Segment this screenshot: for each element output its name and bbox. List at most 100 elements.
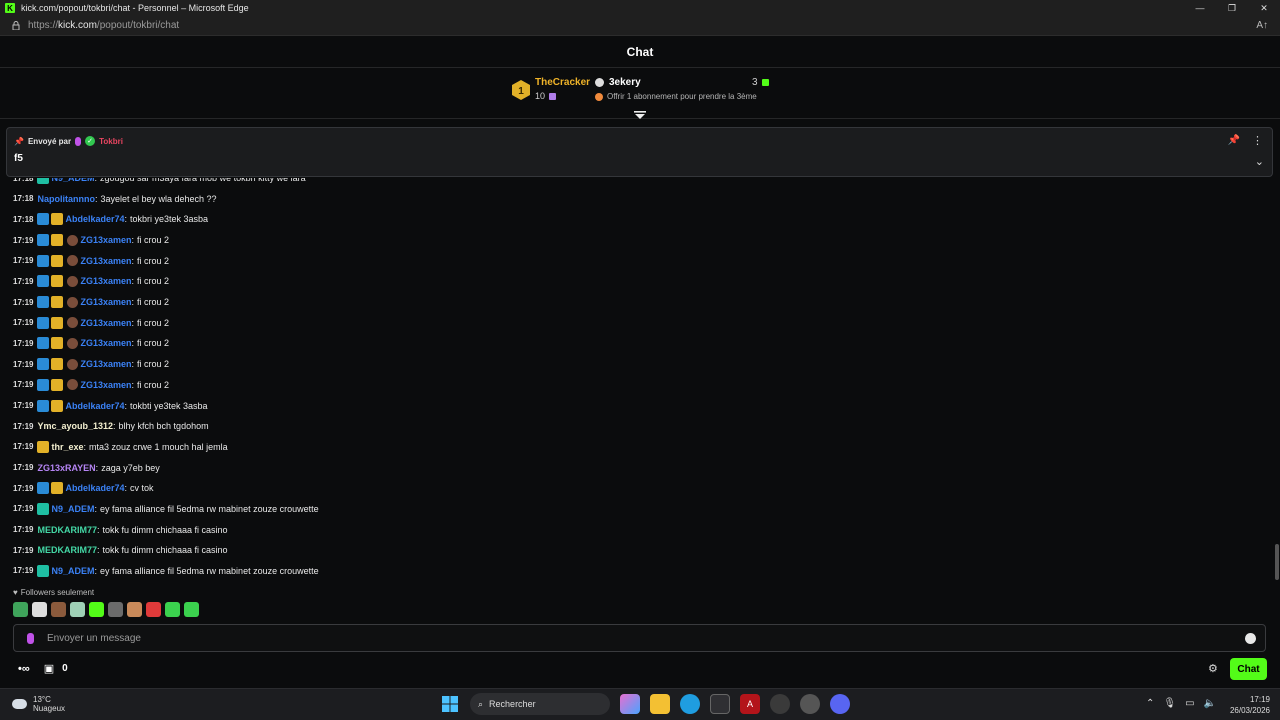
emoji-picker-icon[interactable] bbox=[1245, 633, 1256, 644]
emote-8-icon[interactable] bbox=[146, 602, 161, 617]
message-username[interactable]: ZG13xamen bbox=[80, 276, 131, 286]
og-badge-icon[interactable] bbox=[37, 275, 50, 288]
crown-badge-icon[interactable] bbox=[51, 213, 64, 226]
message-username[interactable]: Abdelkader74 bbox=[65, 214, 124, 224]
og-badge-icon[interactable] bbox=[37, 399, 50, 412]
crown-badge-icon[interactable] bbox=[51, 399, 64, 412]
message-username[interactable]: N9_ADEM bbox=[51, 504, 94, 514]
file-explorer-icon[interactable] bbox=[650, 694, 670, 714]
crown-badge-icon[interactable] bbox=[51, 296, 64, 309]
edge-browser-icon[interactable] bbox=[680, 694, 700, 714]
user-badge-icon[interactable] bbox=[67, 337, 79, 349]
system-clock[interactable]: 17:19 26/03/2026 bbox=[1230, 694, 1270, 716]
microphone-icon[interactable]: 🎙 bbox=[1163, 698, 1176, 709]
crown-badge-icon[interactable] bbox=[51, 316, 64, 329]
og-badge-icon[interactable] bbox=[37, 482, 50, 495]
channel-points[interactable]: ▣ 0 bbox=[44, 662, 68, 675]
og-badge-icon[interactable] bbox=[37, 337, 50, 350]
og-badge-icon[interactable] bbox=[37, 296, 50, 309]
emote-1-icon[interactable] bbox=[13, 602, 28, 617]
message-username[interactable]: ZG13xamen bbox=[80, 380, 131, 390]
message-username[interactable]: Abdelkader74 bbox=[65, 483, 124, 493]
user-badge-icon[interactable] bbox=[67, 296, 79, 308]
message-username[interactable]: N9_ADEM bbox=[51, 178, 94, 183]
message-username[interactable]: MEDKARIM77 bbox=[37, 545, 97, 555]
close-button[interactable]: ✕ bbox=[1248, 0, 1280, 16]
crown-badge-icon[interactable] bbox=[51, 482, 64, 495]
message-username[interactable]: MEDKARIM77 bbox=[37, 525, 97, 535]
message-username[interactable]: ZG13xamen bbox=[80, 256, 131, 266]
acrobat-icon[interactable]: A bbox=[740, 694, 760, 714]
og-badge-icon[interactable] bbox=[37, 316, 50, 329]
top-gifter-name[interactable]: TheCracker bbox=[535, 77, 590, 88]
message-username[interactable]: ZG13xRAYEN bbox=[37, 463, 95, 473]
user-badge-icon[interactable] bbox=[67, 379, 79, 391]
subscriber-badge-icon[interactable] bbox=[37, 564, 50, 577]
og-badge-icon[interactable] bbox=[37, 234, 50, 246]
collapse-leaderboard-icon[interactable] bbox=[634, 111, 646, 121]
unpin-icon[interactable]: 📌 bbox=[1228, 135, 1240, 146]
message-username[interactable]: Napolitannno bbox=[37, 194, 95, 204]
message-username[interactable]: Ymc_ayoub_1312 bbox=[37, 421, 113, 431]
crown-badge-icon[interactable] bbox=[51, 234, 64, 246]
copilot-icon[interactable] bbox=[620, 694, 640, 714]
recorder-app-icon[interactable] bbox=[770, 694, 790, 714]
crown-badge-icon[interactable] bbox=[51, 275, 64, 288]
crown-badge-icon[interactable] bbox=[51, 378, 64, 391]
microsoft-store-icon[interactable] bbox=[710, 694, 730, 714]
minimize-button[interactable]: — bbox=[1184, 0, 1216, 16]
emote-9-icon[interactable] bbox=[165, 602, 180, 617]
user-badge-icon[interactable] bbox=[67, 317, 79, 329]
read-aloud-icon[interactable]: A↑ bbox=[1256, 20, 1268, 31]
more-options-icon[interactable]: ⋮ bbox=[1252, 134, 1263, 147]
emote-3-icon[interactable] bbox=[51, 602, 66, 617]
message-username[interactable]: ZG13xamen bbox=[80, 359, 131, 369]
emote-10-icon[interactable] bbox=[184, 602, 199, 617]
chevron-up-icon[interactable]: ⌃ bbox=[1146, 698, 1154, 709]
emote-6-icon[interactable] bbox=[108, 602, 123, 617]
chat-message-list[interactable]: 17:18 N9_ADEM: zgougou sar m3aya fara mob … bbox=[0, 178, 1276, 584]
crown-badge-icon[interactable] bbox=[51, 358, 64, 371]
user-badge-icon[interactable] bbox=[67, 255, 79, 267]
steam-settings-icon[interactable] bbox=[800, 694, 820, 714]
gift-offer-text[interactable]: Offrir 1 abonnement pour prendre la 3ème bbox=[595, 92, 757, 101]
emote-2-icon[interactable] bbox=[32, 602, 47, 617]
emote-4-icon[interactable] bbox=[70, 602, 85, 617]
message-username[interactable]: ZG13xamen bbox=[80, 297, 131, 307]
volume-icon[interactable]: 🔈 bbox=[1204, 698, 1216, 709]
subscriber-badge-icon[interactable] bbox=[37, 178, 50, 184]
chevron-down-icon[interactable]: ⌄ bbox=[1255, 155, 1264, 168]
crown-badge-icon[interactable] bbox=[37, 440, 50, 453]
message-username[interactable]: thr_exe bbox=[51, 442, 83, 452]
user-badge-icon[interactable] bbox=[67, 234, 79, 246]
settings-gear-icon[interactable]: ⚙ bbox=[1208, 662, 1218, 675]
emote-5-icon[interactable] bbox=[89, 602, 104, 617]
user-badge-icon[interactable] bbox=[67, 275, 79, 287]
message-username[interactable]: ZG13xamen bbox=[80, 318, 131, 328]
og-badge-icon[interactable] bbox=[37, 213, 50, 226]
message-username[interactable]: Abdelkader74 bbox=[65, 401, 124, 411]
chat-scrollbar[interactable] bbox=[1275, 544, 1279, 580]
user-badge-icon[interactable] bbox=[67, 358, 79, 370]
message-username[interactable]: N9_ADEM bbox=[51, 566, 94, 576]
message-username[interactable]: ZG13xamen bbox=[80, 338, 131, 348]
second-gifter[interactable]: 3ekery bbox=[595, 77, 641, 88]
discord-icon[interactable] bbox=[830, 694, 850, 714]
address-bar[interactable]: https://kick.com/popout/tokbri/chat A↑ bbox=[0, 16, 1280, 36]
chat-message-input[interactable] bbox=[47, 632, 1197, 644]
crown-badge-icon[interactable] bbox=[51, 337, 64, 350]
weather-widget[interactable]: 13°C Nuageux bbox=[12, 695, 65, 713]
crown-badge-icon[interactable] bbox=[51, 254, 64, 267]
og-badge-icon[interactable] bbox=[37, 254, 50, 267]
subscriber-badge-icon[interactable] bbox=[37, 502, 50, 515]
network-icon[interactable]: ▭ bbox=[1185, 698, 1194, 709]
taskbar-search[interactable]: ⌕ Rechercher bbox=[470, 693, 610, 715]
windows-start-icon[interactable] bbox=[440, 694, 460, 714]
pinned-sender[interactable]: Tokbri bbox=[99, 137, 123, 146]
emote-7-icon[interactable] bbox=[127, 602, 142, 617]
message-username[interactable]: ZG13xamen bbox=[80, 235, 131, 245]
og-badge-icon[interactable] bbox=[37, 378, 50, 391]
send-chat-button[interactable]: Chat bbox=[1230, 658, 1267, 680]
points-infinity-icon[interactable]: •∞ bbox=[18, 663, 30, 675]
restore-button[interactable]: ❐ bbox=[1216, 0, 1248, 16]
